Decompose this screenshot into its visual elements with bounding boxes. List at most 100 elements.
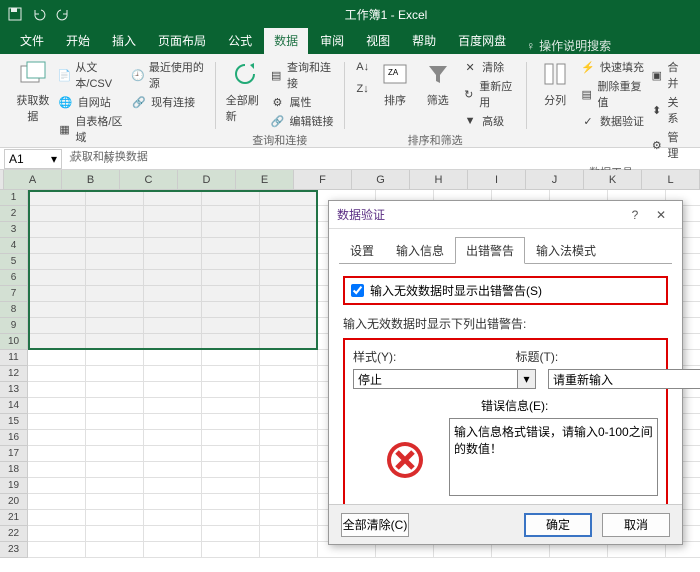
- cell[interactable]: [260, 398, 318, 414]
- cell[interactable]: [86, 462, 144, 478]
- cell[interactable]: [202, 254, 260, 270]
- cell[interactable]: [28, 350, 86, 366]
- cell[interactable]: [86, 190, 144, 206]
- cell[interactable]: [260, 206, 318, 222]
- cell[interactable]: [260, 350, 318, 366]
- cell[interactable]: [86, 254, 144, 270]
- tab-data[interactable]: 数据: [264, 28, 308, 54]
- row-header-17[interactable]: 17: [0, 446, 28, 462]
- cell[interactable]: [260, 254, 318, 270]
- col-header-E[interactable]: E: [236, 170, 294, 190]
- cell[interactable]: [144, 478, 202, 494]
- cell[interactable]: [260, 478, 318, 494]
- row-header-8[interactable]: 8: [0, 302, 28, 318]
- col-header-B[interactable]: B: [62, 170, 120, 190]
- cell[interactable]: [86, 510, 144, 526]
- cell[interactable]: [260, 382, 318, 398]
- cell[interactable]: [28, 254, 86, 270]
- cell[interactable]: [202, 446, 260, 462]
- dlg-tab-error-alert[interactable]: 出错警告: [455, 237, 525, 264]
- refresh-all-button[interactable]: 全部刷新: [226, 58, 264, 130]
- error-message-textarea[interactable]: [449, 418, 658, 496]
- from-web[interactable]: 🌐自网站: [58, 93, 125, 111]
- cell[interactable]: [86, 206, 144, 222]
- cell[interactable]: [86, 318, 144, 334]
- cell[interactable]: [144, 302, 202, 318]
- cell[interactable]: [144, 222, 202, 238]
- cell[interactable]: [28, 270, 86, 286]
- dlg-tab-settings[interactable]: 设置: [339, 237, 385, 264]
- tab-review[interactable]: 审阅: [310, 28, 354, 54]
- cell[interactable]: [260, 526, 318, 542]
- clear-filter[interactable]: ✕清除: [462, 58, 515, 76]
- cell[interactable]: [28, 430, 86, 446]
- edit-links[interactable]: 🔗编辑链接: [269, 112, 333, 130]
- tab-insert[interactable]: 插入: [102, 28, 146, 54]
- col-header-A[interactable]: A: [4, 170, 62, 190]
- cell[interactable]: [144, 510, 202, 526]
- cell[interactable]: [260, 462, 318, 478]
- cell[interactable]: [144, 190, 202, 206]
- cell[interactable]: [260, 366, 318, 382]
- cell[interactable]: [144, 334, 202, 350]
- cell[interactable]: [144, 414, 202, 430]
- cell[interactable]: [28, 222, 86, 238]
- from-text-csv[interactable]: 📄从文本/CSV: [58, 58, 125, 92]
- chevron-down-icon[interactable]: ▾: [518, 369, 536, 389]
- cell[interactable]: [86, 494, 144, 510]
- col-header-K[interactable]: K: [584, 170, 642, 190]
- title-input[interactable]: [548, 369, 700, 389]
- relationships[interactable]: ⬍关系: [650, 93, 686, 127]
- cell[interactable]: [260, 318, 318, 334]
- cell[interactable]: [86, 542, 144, 558]
- row-header-19[interactable]: 19: [0, 478, 28, 494]
- sort-az[interactable]: A↓: [355, 58, 371, 76]
- existing-connections[interactable]: 🔗现有连接: [131, 93, 205, 111]
- ok-button[interactable]: 确定: [524, 513, 592, 537]
- cancel-button[interactable]: 取消: [602, 513, 670, 537]
- cell[interactable]: [28, 494, 86, 510]
- consolidate[interactable]: ▣合并: [650, 58, 686, 92]
- row-header-22[interactable]: 22: [0, 526, 28, 542]
- cell[interactable]: [202, 382, 260, 398]
- sort-button[interactable]: ZA 排序: [377, 58, 414, 130]
- help-icon[interactable]: ?: [622, 205, 648, 225]
- cell[interactable]: [28, 478, 86, 494]
- queries-connections[interactable]: ▤查询和连接: [269, 58, 333, 92]
- cell[interactable]: [260, 190, 318, 206]
- cell[interactable]: [28, 526, 86, 542]
- text-to-columns-button[interactable]: 分列: [536, 58, 574, 162]
- dlg-tab-ime[interactable]: 输入法模式: [525, 237, 607, 264]
- cell[interactable]: [202, 318, 260, 334]
- row-header-14[interactable]: 14: [0, 398, 28, 414]
- advanced[interactable]: ▼高级: [462, 112, 515, 130]
- col-header-G[interactable]: G: [352, 170, 410, 190]
- cell[interactable]: [260, 510, 318, 526]
- tab-view[interactable]: 视图: [356, 28, 400, 54]
- cell[interactable]: [202, 206, 260, 222]
- cell[interactable]: [260, 222, 318, 238]
- col-header-F[interactable]: F: [294, 170, 352, 190]
- cell[interactable]: [202, 270, 260, 286]
- cell[interactable]: [28, 446, 86, 462]
- cell[interactable]: [144, 542, 202, 558]
- cell[interactable]: [144, 382, 202, 398]
- get-data-button[interactable]: 获取数 据: [14, 58, 52, 146]
- cell[interactable]: [260, 270, 318, 286]
- cell[interactable]: [202, 286, 260, 302]
- cell[interactable]: [144, 446, 202, 462]
- cell[interactable]: [144, 430, 202, 446]
- cell[interactable]: [28, 462, 86, 478]
- col-header-I[interactable]: I: [468, 170, 526, 190]
- cell[interactable]: [28, 318, 86, 334]
- col-header-D[interactable]: D: [178, 170, 236, 190]
- cell[interactable]: [86, 366, 144, 382]
- row-header-1[interactable]: 1: [0, 190, 28, 206]
- col-header-C[interactable]: C: [120, 170, 178, 190]
- cell[interactable]: [260, 238, 318, 254]
- cell[interactable]: [28, 366, 86, 382]
- cell[interactable]: [86, 238, 144, 254]
- cell[interactable]: [144, 254, 202, 270]
- cell[interactable]: [260, 430, 318, 446]
- cell[interactable]: [202, 190, 260, 206]
